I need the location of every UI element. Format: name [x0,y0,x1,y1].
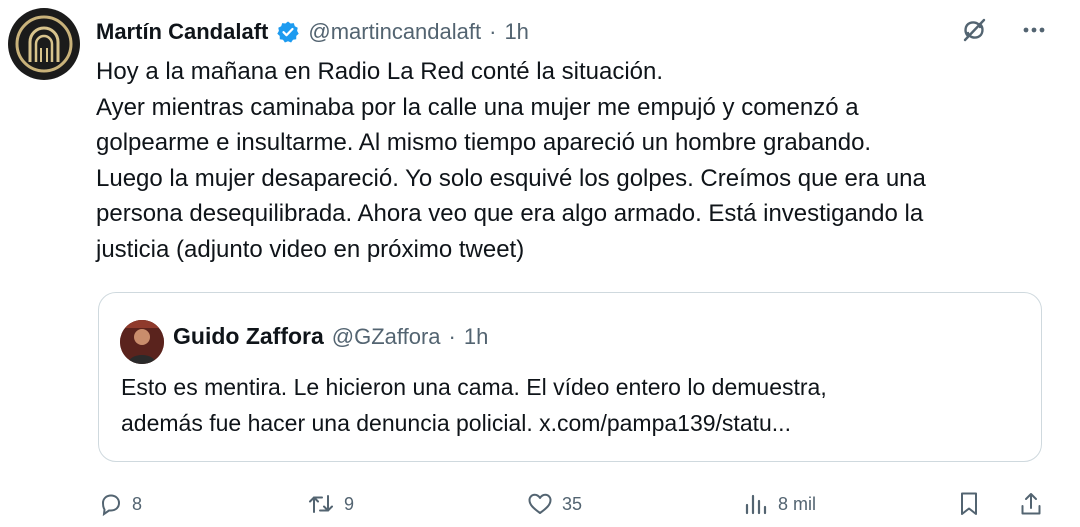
grok-icon[interactable] [958,14,990,46]
verified-badge-icon [276,20,300,44]
like-icon [526,491,554,517]
share-icon [1018,490,1044,518]
quoted-author-handle[interactable]: @GZaffora [332,324,441,350]
reply-icon [98,491,124,517]
views-icon [742,491,770,517]
post-body-line: golpearme e insultarme. Al mismo tiempo … [96,129,872,156]
more-icon[interactable] [1018,14,1050,46]
views-count: 8 mil [778,493,817,514]
post-body-line: persona desequilibrada. Ahora veo que er… [96,200,924,227]
quoted-post-card[interactable]: Guido Zaffora @GZaffora · 1h Esto es men… [98,292,1042,462]
author-avatar[interactable] [8,8,80,80]
like-button[interactable]: 35 [526,486,582,522]
post-body-line: Luego la mujer desapareció. Yo solo esqu… [96,164,926,192]
views-button[interactable]: 8 mil [742,486,816,522]
repost-count: 9 [344,493,355,514]
post-body-line: Hoy a la mañana en Radio La Red conté la… [96,58,664,85]
quoted-post-time[interactable]: 1h [464,324,488,350]
reply-count: 8 [132,493,143,514]
share-button[interactable] [1018,486,1044,522]
author-avatar-logo [11,11,77,77]
quoted-post-body: Esto es mentira. Le hicieron una cama. E… [121,369,827,441]
quoted-author-avatar[interactable] [120,320,164,364]
post-body: Hoy a la mañana en Radio La Red conté la… [96,54,1046,267]
post-action-bar: 8 9 35 8 mil [98,486,1048,522]
post-body-line: justicia (adjunto video en próximo tweet… [96,235,525,263]
author-name[interactable]: Martín Candalaft [96,19,268,45]
bookmark-icon [956,490,982,518]
bookmark-button[interactable] [956,486,982,522]
post-top-actions [958,14,1050,46]
author-handle[interactable]: @martincandalaft [308,19,481,45]
post-time[interactable]: 1h [504,19,528,45]
post-body-line: Ayer mientras caminaba por la calle una … [96,93,859,121]
quoted-body-line: además fue hacer una denuncia policial. … [121,410,791,436]
quoted-body-line: Esto es mentira. Le hicieron una cama. E… [121,374,827,400]
separator-dot: · [448,323,456,349]
like-count: 35 [562,493,583,514]
post-header: Martín Candalaft @martincandalaft · 1h [96,14,529,50]
quoted-author-name[interactable]: Guido Zaffora [173,323,324,350]
repost-button[interactable]: 9 [306,486,354,522]
quoted-post-header: Guido Zaffora @GZaffora · 1h [173,323,488,350]
separator-dot: · [489,19,497,44]
reply-button[interactable]: 8 [98,486,142,522]
repost-icon [306,491,336,517]
